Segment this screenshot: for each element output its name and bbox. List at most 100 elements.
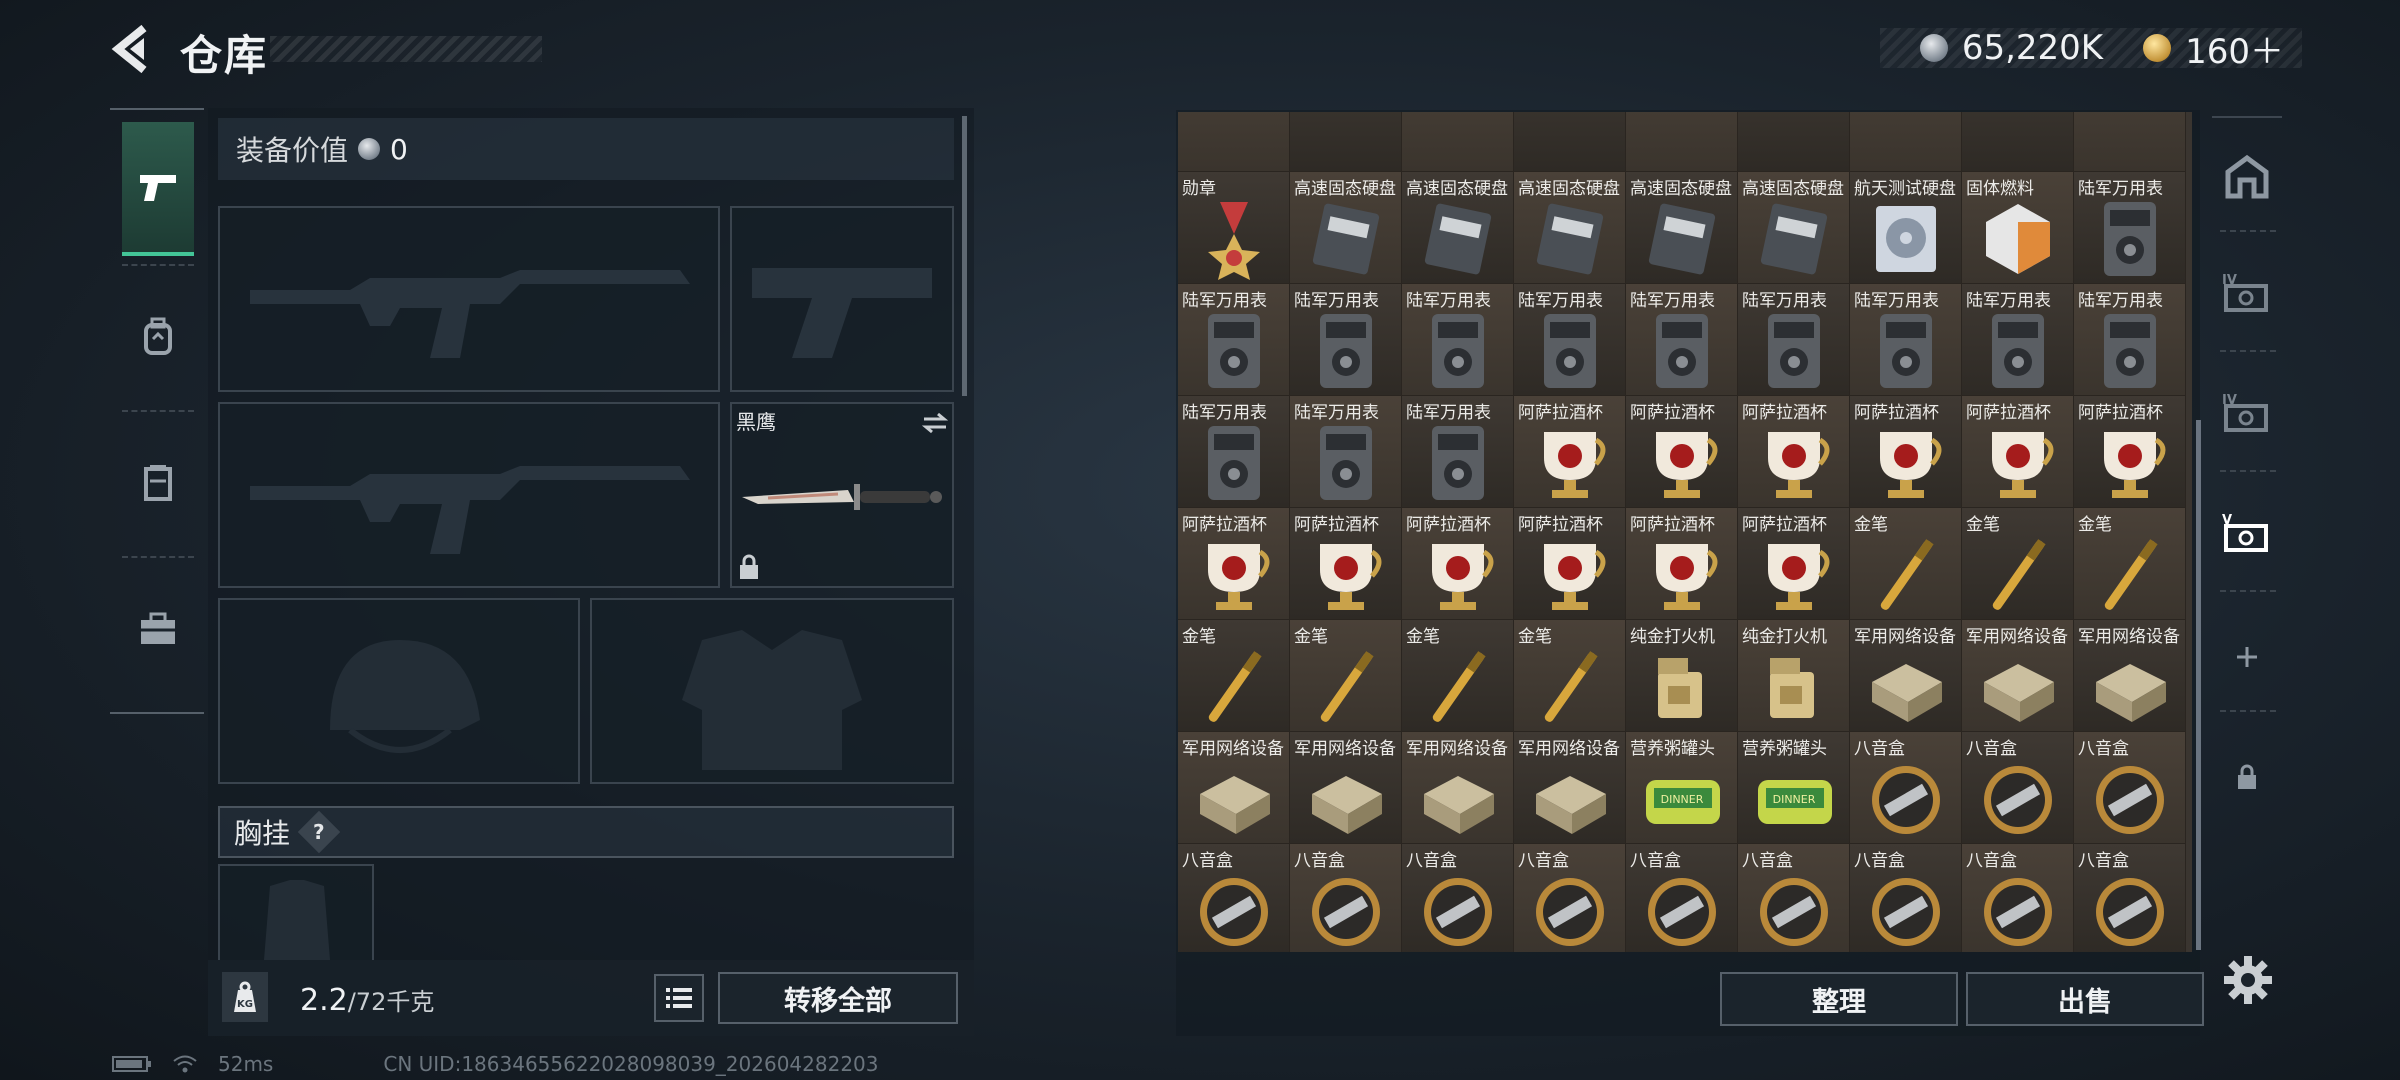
gold-amount[interactable]: 160＋ [2185,24,2284,73]
inventory-cell[interactable]: 陆军万用表 [1402,396,1514,508]
storage-grid[interactable]: 勋章 高速固态硬盘 高速固态硬盘 高速固态硬盘 高速固态硬盘 高速固态硬盘 航天测试硬盘 固体… [1178,112,2192,952]
inventory-cell[interactable]: 陆军万用表 [1850,284,1962,396]
inventory-cell[interactable]: 阿萨拉酒杯 [1290,508,1402,620]
loadout-scrollbar[interactable] [962,116,967,396]
inventory-cell[interactable]: 阿萨拉酒杯 [1850,396,1962,508]
inventory-cell[interactable]: 阿萨拉酒杯 [1514,396,1626,508]
inventory-cell[interactable]: 阿萨拉酒杯 [1962,396,2074,508]
tab-backpack[interactable] [122,270,194,404]
inventory-cell[interactable]: 高速固态硬盘 [1402,172,1514,284]
inventory-cell[interactable]: 军用网络设备 [1514,732,1626,844]
secondary-weapon-slot[interactable] [218,402,720,588]
inventory-cell[interactable]: 八音盒 [1738,844,1850,952]
storage-scrollbar[interactable] [2196,420,2201,950]
inventory-cell[interactable]: 阿萨拉酒杯 [1514,508,1626,620]
transfer-all-button[interactable]: 转移全部 [718,972,958,1024]
inventory-cell[interactable]: 八音盒 [1850,844,1962,952]
inventory-cell[interactable]: 金笔 [1178,620,1290,732]
inventory-cell[interactable]: 陆军万用表 [1962,284,2074,396]
inventory-cell[interactable]: 纯金打火机 [1738,620,1850,732]
inventory-cell[interactable]: 八音盒 [1962,732,2074,844]
help-icon[interactable]: ? [297,810,341,854]
inventory-cell[interactable] [1178,112,1290,172]
tab-weapons[interactable] [122,122,194,256]
inventory-cell[interactable]: 军用网络设备 [1290,732,1402,844]
inventory-cell[interactable] [1850,112,1962,172]
inventory-cell[interactable]: 金笔 [1850,508,1962,620]
inventory-cell[interactable]: 高速固态硬盘 [1290,172,1402,284]
melee-slot[interactable]: 黑鹰 [730,402,954,588]
inventory-cell[interactable]: 陆军万用表 [1178,396,1290,508]
add-storage-button[interactable] [2212,612,2282,702]
inventory-cell[interactable]: 八音盒 [1514,844,1626,952]
inventory-cell[interactable]: 航天测试硬盘 [1850,172,1962,284]
inventory-cell[interactable]: 阿萨拉酒杯 [2074,396,2186,508]
inventory-cell[interactable]: 纯金打火机 [1626,620,1738,732]
inventory-cell[interactable]: 军用网络设备 [2074,620,2186,732]
inventory-cell[interactable]: 八音盒 [2074,732,2186,844]
inventory-cell[interactable]: 营养粥罐头 DINNER [1738,732,1850,844]
inventory-cell[interactable]: 阿萨拉酒杯 [1178,508,1290,620]
inventory-cell[interactable] [1962,112,2074,172]
inventory-cell[interactable]: 金笔 [2074,508,2186,620]
inventory-cell[interactable]: 营养粥罐头 DINNER [1626,732,1738,844]
inventory-cell[interactable]: 高速固态硬盘 [1738,172,1850,284]
inventory-cell[interactable]: 金笔 [1514,620,1626,732]
storage-lock-button[interactable] [2212,732,2282,822]
inventory-cell[interactable]: 军用网络设备 [1962,620,2074,732]
body-armor-slot[interactable] [590,598,954,784]
inventory-cell[interactable]: 陆军万用表 [1402,284,1514,396]
inventory-cell[interactable]: 军用网络设备 [1402,732,1514,844]
helmet-slot[interactable] [218,598,580,784]
inventory-cell[interactable] [1290,112,1402,172]
inventory-cell[interactable]: 八音盒 [1850,732,1962,844]
inventory-cell[interactable] [1738,112,1850,172]
inventory-cell[interactable]: 固体燃料 [1962,172,2074,284]
storage-tab-iv-1[interactable]: IV [2212,248,2282,338]
inventory-cell[interactable]: 金笔 [1402,620,1514,732]
inventory-cell[interactable]: 阿萨拉酒杯 [1626,396,1738,508]
inventory-cell[interactable]: 八音盒 [1402,844,1514,952]
sort-button[interactable]: 整理 [1720,972,1958,1026]
inventory-cell[interactable]: 陆军万用表 [2074,284,2186,396]
inventory-cell[interactable]: 军用网络设备 [1850,620,1962,732]
inventory-cell[interactable]: 八音盒 [1962,844,2074,952]
inventory-cell[interactable] [1402,112,1514,172]
storage-tab-home[interactable] [2212,132,2282,222]
inventory-cell[interactable] [1514,112,1626,172]
inventory-cell[interactable]: 军用网络设备 [1178,732,1290,844]
sell-button[interactable]: 出售 [1966,972,2204,1026]
chest-rig-slot[interactable] [218,864,374,960]
inventory-cell[interactable]: 阿萨拉酒杯 [1626,508,1738,620]
inventory-cell[interactable]: 八音盒 [2074,844,2186,952]
inventory-cell[interactable] [2074,112,2186,172]
inventory-cell[interactable]: 阿萨拉酒杯 [1738,508,1850,620]
inventory-cell[interactable]: 陆军万用表 [1290,284,1402,396]
inventory-cell[interactable]: 陆军万用表 [1738,284,1850,396]
inventory-cell[interactable]: 阿萨拉酒杯 [1402,508,1514,620]
inventory-cell[interactable]: 陆军万用表 [1514,284,1626,396]
primary-weapon-slot[interactable] [218,206,720,392]
inventory-cell[interactable] [1626,112,1738,172]
tab-armor[interactable] [122,416,194,550]
settings-button[interactable] [2222,954,2274,1006]
storage-tab-iv-2[interactable]: IV [2212,368,2282,458]
inventory-cell[interactable]: 陆军万用表 [1178,284,1290,396]
inventory-cell[interactable]: 陆军万用表 [1626,284,1738,396]
swap-icon[interactable] [922,412,948,434]
inventory-cell[interactable]: 陆军万用表 [1290,396,1402,508]
inventory-cell[interactable]: 金笔 [1962,508,2074,620]
inventory-cell[interactable]: 八音盒 [1626,844,1738,952]
pistol-slot[interactable] [730,206,954,392]
list-view-button[interactable] [654,974,704,1022]
inventory-cell[interactable]: 八音盒 [1290,844,1402,952]
inventory-cell[interactable]: 八音盒 [1178,844,1290,952]
tab-case[interactable] [122,562,194,696]
inventory-cell[interactable]: 陆军万用表 [2074,172,2186,284]
back-button[interactable] [110,22,154,76]
storage-tab-v-active[interactable]: V [2212,488,2282,578]
inventory-cell[interactable]: 高速固态硬盘 [1626,172,1738,284]
inventory-cell[interactable]: 高速固态硬盘 [1514,172,1626,284]
inventory-cell[interactable]: 阿萨拉酒杯 [1738,396,1850,508]
inventory-cell[interactable]: 勋章 [1178,172,1290,284]
